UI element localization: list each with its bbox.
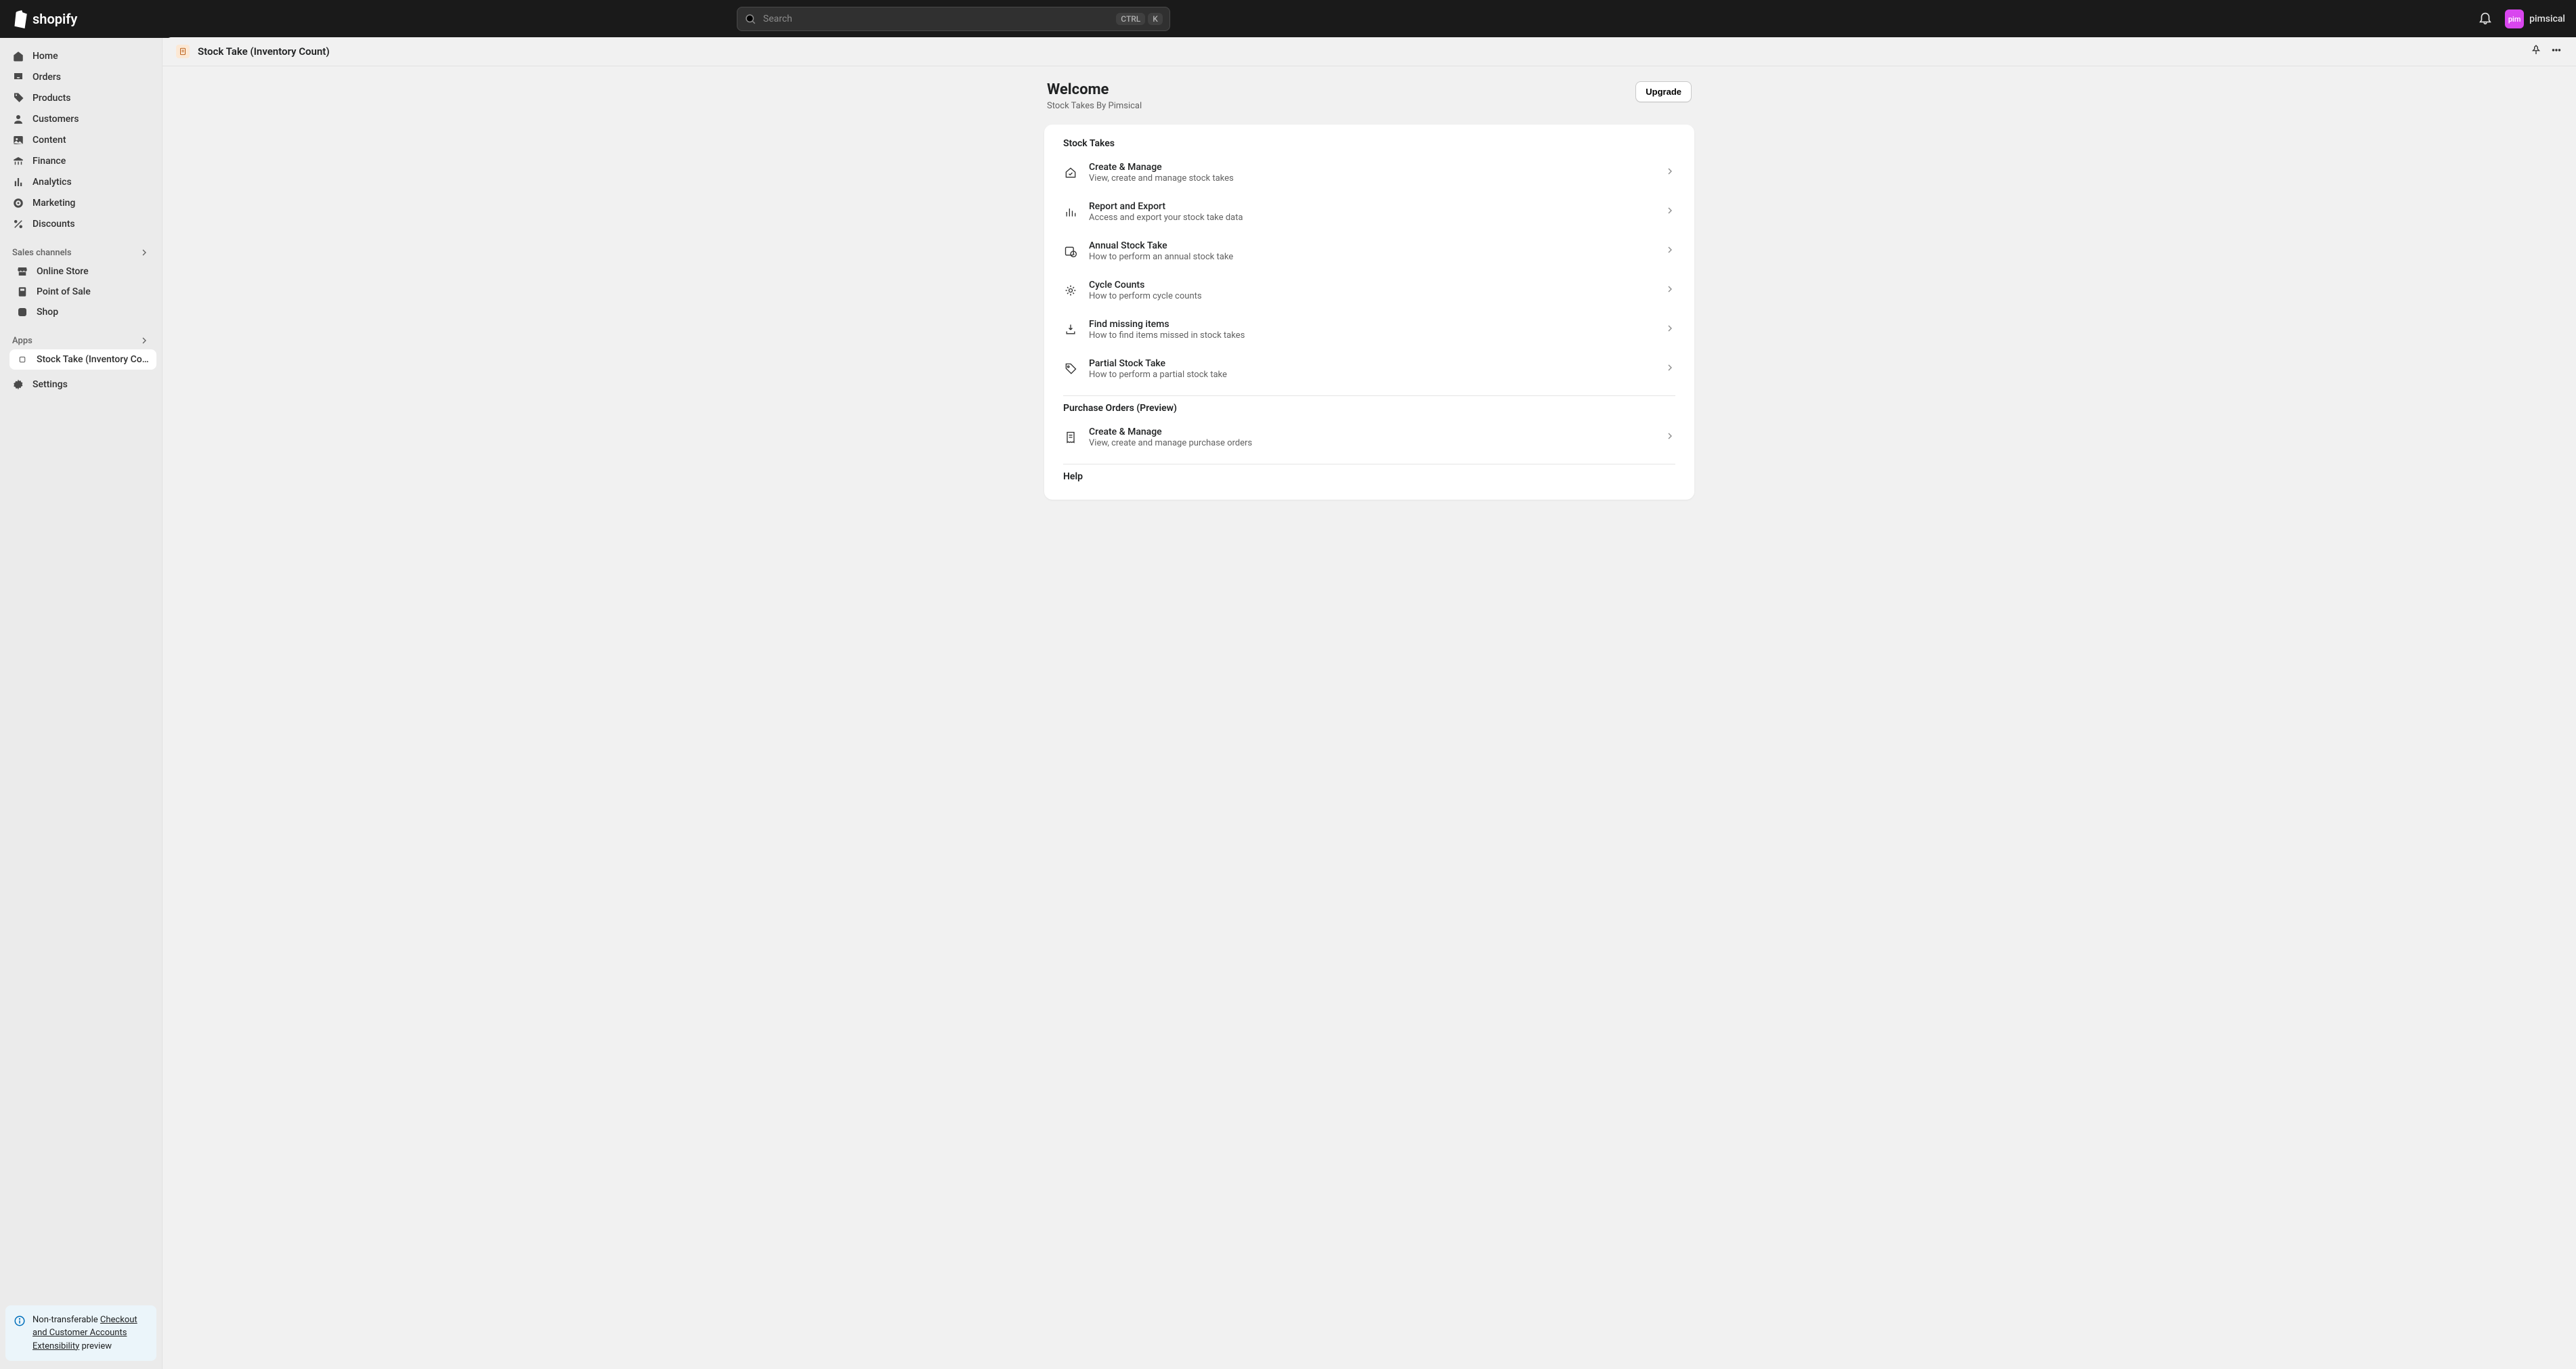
row-find-missing[interactable]: Find missing itemsHow to find items miss… [1044,310,1694,349]
price-tag-icon [1063,362,1078,376]
page-title: Welcome [1047,81,1142,98]
shopify-logo[interactable]: shopify [11,9,77,28]
row-report-export[interactable]: Report and ExportAccess and export your … [1044,192,1694,232]
row-create-manage[interactable]: Create & ManageView, create and manage s… [1044,153,1694,192]
info-line1: Non-transferable [33,1315,98,1325]
home-icon [12,50,24,62]
sidebar-item-settings[interactable]: Settings [5,374,156,395]
row-annual-stock-take[interactable]: Annual Stock TakeHow to perform an annua… [1044,232,1694,271]
shopify-bag-icon [11,9,28,28]
sidebar: Home Orders Products Customers Content F… [0,38,163,1369]
search-shortcut: CTRL K [1116,13,1163,25]
info-icon [14,1315,26,1327]
main: Stock Take (Inventory Count) Welcome Sto… [163,37,2576,1369]
search-placeholder: Search [763,14,1109,24]
clipboard-icon [178,47,188,56]
chevron-right-icon [1665,323,1675,336]
target-icon [12,197,24,209]
sidebar-item-analytics[interactable]: Analytics [5,172,156,192]
gear-cycle-icon [1063,283,1078,298]
topbar: shopify Search CTRL K pim pimsical [0,0,2576,38]
image-icon [12,134,24,146]
shop-icon [16,306,28,318]
sidebar-item-online-store[interactable]: Online Store [9,261,156,282]
section-title-purchase-orders: Purchase Orders (Preview) [1044,403,1694,418]
store-icon [16,265,28,278]
sidebar-item-shop[interactable]: Shop [9,302,156,322]
sidebar-item-pos[interactable]: Point of Sale [9,282,156,302]
row-partial-stock-take[interactable]: Partial Stock TakeHow to perform a parti… [1044,349,1694,389]
chevron-right-icon [1665,431,1675,444]
chevron-right-icon [1665,362,1675,376]
pin-button[interactable] [2530,44,2542,59]
sidebar-section-sales-channels[interactable]: Sales channels [5,242,156,261]
percent-icon [12,218,24,230]
chevron-right-icon [1665,284,1675,297]
sidebar-item-orders[interactable]: Orders [5,67,156,87]
download-box-icon [1063,322,1078,337]
tag-icon [12,92,24,104]
gear-icon [12,378,24,391]
appbar: Stock Take (Inventory Count) [163,37,2576,66]
sidebar-item-finance[interactable]: Finance [5,151,156,171]
chevron-right-icon [1665,166,1675,179]
person-icon [12,113,24,125]
pos-icon [16,286,28,298]
row-cycle-counts[interactable]: Cycle CountsHow to perform cycle counts [1044,271,1694,310]
pin-icon [16,353,28,366]
sidebar-section-apps[interactable]: Apps [5,330,156,349]
more-button[interactable] [2550,44,2562,59]
chevron-right-icon [1665,205,1675,219]
dots-icon [2550,44,2562,56]
user-menu[interactable]: pim pimsical [2505,9,2565,28]
section-title-help: Help [1044,471,1694,486]
notifications-button[interactable] [2478,10,2493,28]
sidebar-item-discounts[interactable]: Discounts [5,214,156,234]
chevron-right-icon [139,247,150,258]
house-check-icon [1063,165,1078,180]
sidebar-item-customers[interactable]: Customers [5,109,156,129]
section-title-stock-takes: Stock Takes [1044,138,1694,153]
search-icon [744,13,756,25]
chevron-right-icon [1665,244,1675,258]
inbox-icon [12,71,24,83]
chevron-right-icon [139,335,150,346]
brand-text: shopify [33,11,77,27]
user-name: pimsical [2529,14,2565,24]
appbar-title: Stock Take (Inventory Count) [198,45,330,58]
bell-icon [2478,10,2493,25]
calendar-clock-icon [1063,244,1078,259]
receipt-icon [1063,430,1078,445]
bank-icon [12,155,24,167]
pushpin-icon [2530,44,2542,56]
sidebar-item-content[interactable]: Content [5,130,156,150]
upgrade-button[interactable]: Upgrade [1635,81,1692,102]
main-card: Stock Takes Create & ManageView, create … [1044,125,1694,500]
search-input[interactable]: Search CTRL K [737,7,1170,31]
avatar: pim [2505,9,2524,28]
sidebar-item-stock-take-app[interactable]: Stock Take (Inventory Co... [9,349,156,370]
page-subtitle: Stock Takes By Pimsical [1047,101,1142,111]
bar-chart-icon [1063,204,1078,219]
chart-icon [12,176,24,188]
info-suffix: preview [81,1341,112,1351]
info-card: Non-transferable Checkout and Customer A… [5,1305,156,1362]
sidebar-item-products[interactable]: Products [5,88,156,108]
row-po-create-manage[interactable]: Create & ManageView, create and manage p… [1044,418,1694,457]
app-icon [176,45,190,58]
sidebar-item-home[interactable]: Home [5,46,156,66]
sidebar-item-marketing[interactable]: Marketing [5,193,156,213]
divider [1063,395,1675,396]
